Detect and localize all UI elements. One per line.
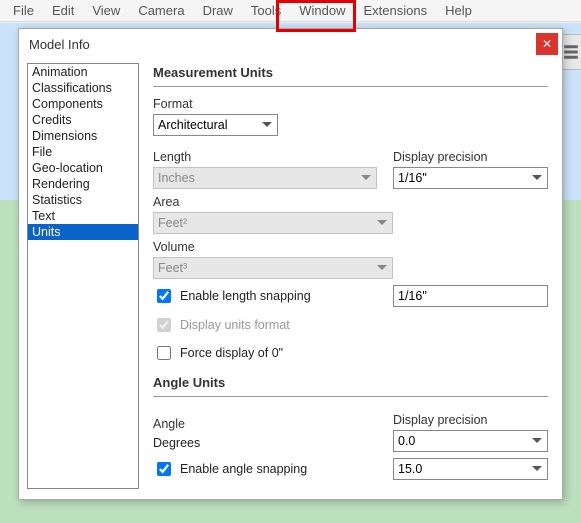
length-select: Inches [153,167,377,189]
category-item-rendering[interactable]: Rendering [28,176,138,192]
units-pane: Measurement Units Format Architectural L… [147,63,554,489]
angle-value: Degrees [153,434,377,452]
category-item-text[interactable]: Text [28,208,138,224]
area-select: Feet² [153,212,393,234]
dialog-title: Model Info [29,37,90,52]
category-item-credits[interactable]: Credits [28,112,138,128]
menu-item-window[interactable]: Window [290,1,354,20]
format-select[interactable]: Architectural [153,114,278,136]
angle-label: Angle [153,417,377,431]
force-zero-checkbox[interactable]: Force display of 0" [153,343,548,363]
display-units-format-input [157,318,171,332]
enable-length-snapping-checkbox[interactable]: Enable length snapping [153,286,377,306]
force-zero-input[interactable] [157,346,171,360]
length-snap-field[interactable] [393,285,548,307]
category-item-animation[interactable]: Animation [28,64,138,80]
menu-item-edit[interactable]: Edit [43,1,83,20]
area-label: Area [153,195,548,209]
divider [153,396,548,397]
volume-select: Feet³ [153,257,393,279]
force-zero-label: Force display of 0" [180,346,283,360]
display-units-format-checkbox: Display units format [153,315,548,335]
dialog-titlebar[interactable]: Model Info ✕ [19,29,562,59]
category-item-statistics[interactable]: Statistics [28,192,138,208]
close-icon: ✕ [542,37,552,51]
length-label: Length [153,150,377,164]
menu-bar: FileEditViewCameraDrawToolsWindowExtensi… [0,0,581,22]
category-list[interactable]: AnimationClassificationsComponentsCredit… [27,63,139,489]
model-info-dialog: Model Info ✕ AnimationClassificationsCom… [18,28,563,500]
menu-item-help[interactable]: Help [436,1,481,20]
angle-precision-label: Display precision [393,413,548,427]
length-precision-label: Display precision [393,150,548,164]
category-item-file[interactable]: File [28,144,138,160]
enable-angle-snapping-label: Enable angle snapping [180,462,307,476]
menu-item-camera[interactable]: Camera [129,1,193,20]
category-item-units[interactable]: Units [28,224,138,240]
enable-angle-snapping-input[interactable] [157,462,171,476]
menu-item-view[interactable]: View [83,1,129,20]
measurement-units-heading: Measurement Units [153,65,548,80]
menu-item-draw[interactable]: Draw [194,1,242,20]
enable-length-snapping-input[interactable] [157,289,171,303]
close-button[interactable]: ✕ [536,33,558,55]
menu-item-file[interactable]: File [4,1,43,20]
divider [153,86,548,87]
category-item-dimensions[interactable]: Dimensions [28,128,138,144]
angle-units-heading: Angle Units [153,375,548,390]
category-item-geo-location[interactable]: Geo-location [28,160,138,176]
menu-item-tools[interactable]: Tools [242,1,290,20]
display-units-format-label: Display units format [180,318,290,332]
category-item-components[interactable]: Components [28,96,138,112]
angle-precision-select[interactable]: 0.0 [393,430,548,452]
category-item-classifications[interactable]: Classifications [28,80,138,96]
angle-snap-select[interactable]: 15.0 [393,458,548,480]
volume-label: Volume [153,240,548,254]
length-precision-select[interactable]: 1/16" [393,167,548,189]
enable-length-snapping-label: Enable length snapping [180,289,311,303]
format-label: Format [153,97,548,111]
menu-item-extensions[interactable]: Extensions [355,1,437,20]
enable-angle-snapping-checkbox[interactable]: Enable angle snapping [153,459,377,479]
